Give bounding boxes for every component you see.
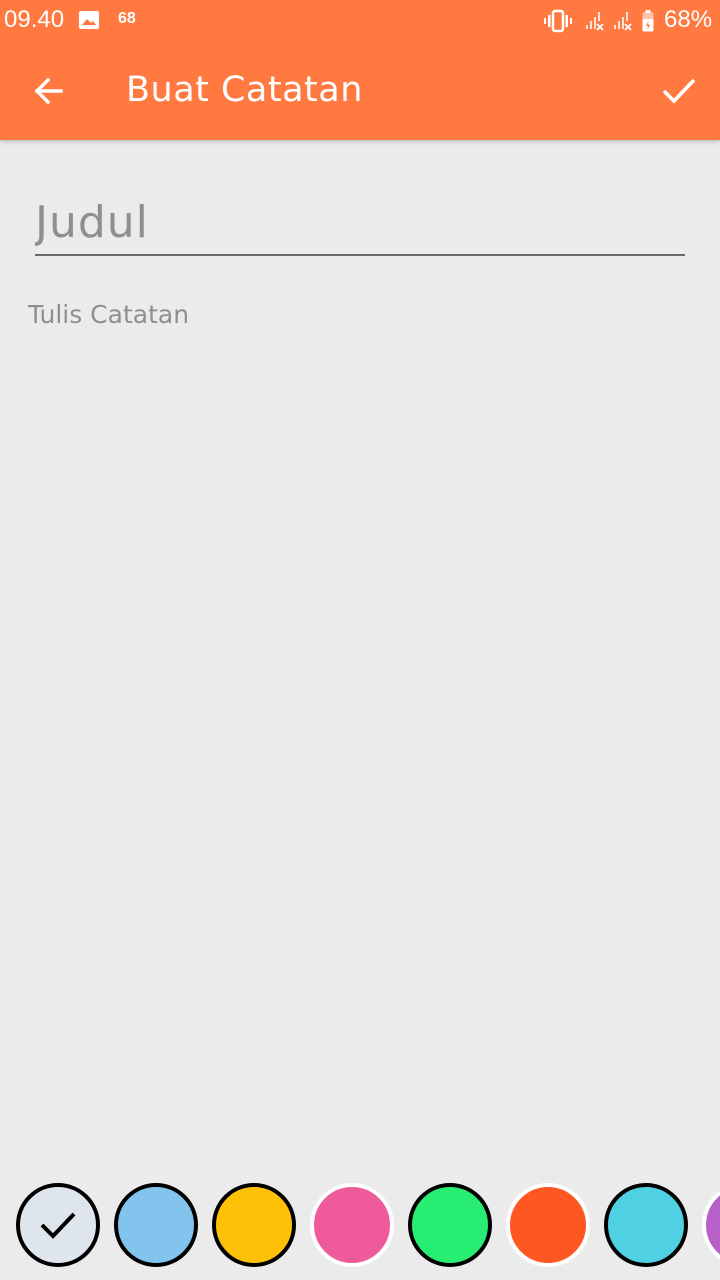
notification-count: 68 xyxy=(118,10,136,27)
battery-percent: 68% xyxy=(664,6,713,33)
note-title-input[interactable] xyxy=(35,190,685,256)
color-swatch-purple[interactable] xyxy=(702,1183,720,1267)
color-swatch-amber[interactable] xyxy=(212,1183,296,1267)
signal-icon xyxy=(586,12,604,31)
color-swatch-cyan[interactable] xyxy=(604,1183,688,1267)
check-icon xyxy=(662,78,696,104)
color-swatch-green[interactable] xyxy=(408,1183,492,1267)
color-swatch-deep-orange[interactable] xyxy=(506,1183,590,1267)
color-swatch-light-gray[interactable] xyxy=(16,1183,100,1267)
note-body-input[interactable] xyxy=(28,300,692,1120)
color-swatch-pink[interactable] xyxy=(310,1183,394,1267)
color-picker xyxy=(0,1170,720,1280)
color-swatch-light-blue[interactable] xyxy=(114,1183,198,1267)
signal-icon xyxy=(614,12,632,31)
status-time: 09.40 xyxy=(4,6,65,33)
battery-icon xyxy=(642,10,654,32)
status-bar: 09.40 68 68% xyxy=(0,0,720,42)
back-button[interactable] xyxy=(22,64,76,118)
app-bar: Buat Catatan xyxy=(0,42,720,140)
save-button[interactable] xyxy=(652,64,706,118)
arrow-left-icon xyxy=(34,77,63,105)
vibrate-icon xyxy=(544,9,572,33)
check-icon xyxy=(40,1212,76,1239)
image-notification-icon xyxy=(79,11,99,29)
page-title: Buat Catatan xyxy=(126,70,363,110)
